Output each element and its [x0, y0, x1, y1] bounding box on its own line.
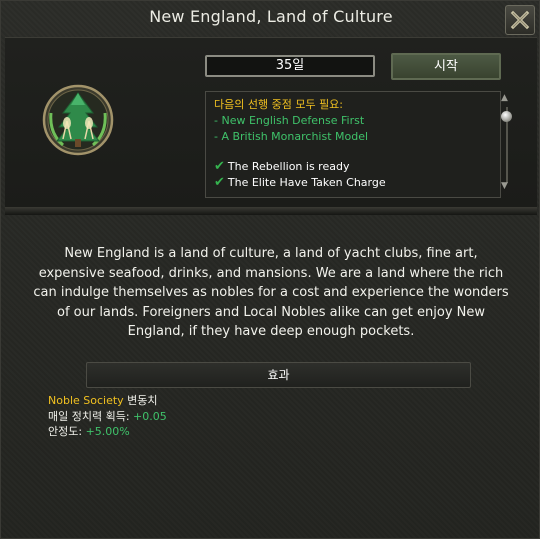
required-focus-item: - A British Monarchist Model — [214, 130, 369, 143]
required-focus-item: - New English Defense First — [214, 114, 365, 127]
scroll-thumb[interactable] — [501, 111, 512, 122]
effect-value: +0.05 — [133, 409, 167, 423]
completed-requirement: ✔ The Elite Have Taken Charge — [214, 175, 500, 191]
section-divider — [5, 207, 537, 215]
scroll-down-icon[interactable]: ▼ — [501, 181, 508, 191]
completed-requirement-label: The Elite Have Taken Charge — [227, 176, 386, 189]
completed-requirement-label: The Rebellion is ready — [227, 160, 350, 173]
prerequisites-scrollbar[interactable]: ▲ ▼ — [499, 93, 515, 197]
checkmark-icon: ✔ — [214, 159, 225, 174]
effect-value: +5.00% — [85, 425, 130, 438]
focus-duration: 35일 — [205, 55, 375, 77]
effect-label: 매일 정치력 획득: — [48, 409, 134, 423]
focus-description: New England is a land of culture, a land… — [33, 246, 509, 339]
start-focus-button[interactable]: 시작 — [391, 53, 501, 80]
prerequisites-panel: 다음의 선행 중점 모두 필요: - New English Defense F… — [205, 91, 501, 198]
close-icon — [510, 10, 530, 30]
scroll-up-icon[interactable]: ▲ — [501, 93, 508, 103]
completed-requirement: ✔ The Rebellion is ready — [214, 159, 500, 175]
effect-label: 안정도: — [48, 425, 86, 438]
effect-line: 매일 정치력 획득: +0.05 — [48, 409, 167, 425]
pine-tree-emblem-icon — [42, 84, 114, 156]
effect-line: Noble Society 변동치 — [48, 393, 167, 409]
effect-line: 안정도: +5.00% — [48, 424, 167, 440]
effect-idea-name[interactable]: Noble Society — [48, 394, 124, 407]
checkmark-icon: ✔ — [214, 175, 225, 190]
close-button[interactable] — [505, 5, 535, 35]
effects-list: Noble Society 변동치 매일 정치력 획득: +0.05 안정도: … — [48, 393, 167, 440]
effect-modifier-label: 변동치 — [123, 394, 158, 407]
prerequisites-heading: 다음의 선행 중점 모두 필요: — [214, 98, 344, 111]
effects-button[interactable]: 효과 — [86, 362, 471, 388]
window-title: New England, Land of Culture — [149, 7, 393, 26]
focus-window: New England, Land of Culture 35일 시작 다음의 … — [0, 0, 540, 539]
